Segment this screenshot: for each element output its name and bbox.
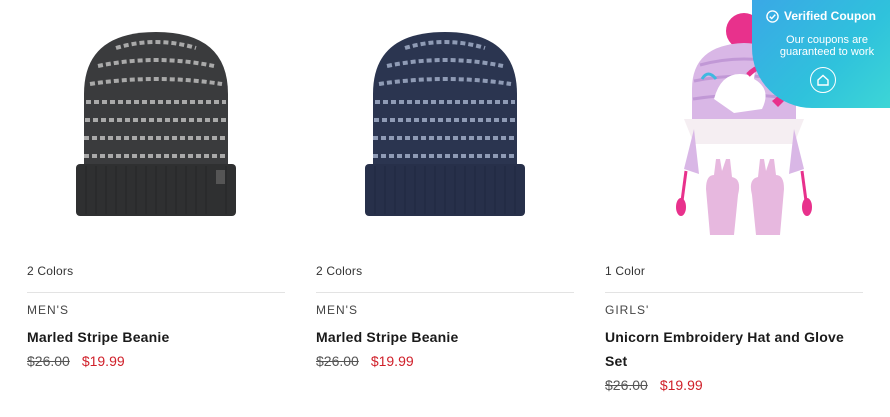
home-logo-icon[interactable]	[810, 67, 836, 93]
product-image[interactable]	[27, 0, 285, 248]
product-name[interactable]: Marled Stripe Beanie	[27, 325, 285, 349]
product-name[interactable]: Unicorn Embroidery Hat and Glove Set	[605, 325, 863, 373]
sale-price: $19.99	[659, 377, 703, 393]
product-name[interactable]: Marled Stripe Beanie	[316, 325, 574, 349]
sale-price: $19.99	[81, 353, 125, 369]
coupon-subtitle: Our coupons are guaranteed to work	[779, 34, 875, 58]
price-row: $26.00 $19.99	[27, 353, 125, 369]
product-image[interactable]	[316, 0, 574, 248]
check-circle-icon	[766, 9, 779, 23]
sale-price: $19.99	[370, 353, 414, 369]
navy-beanie-image	[365, 32, 525, 216]
color-count[interactable]: 2 Colors	[316, 264, 362, 278]
price-row: $26.00 $19.99	[605, 377, 703, 393]
product-category: MEN'S	[316, 303, 358, 317]
product-card[interactable]: 2 Colors MEN'S Marled Stripe Beanie $26.…	[316, 0, 574, 417]
coupon-header: Verified Coupon	[752, 9, 890, 23]
original-price: $26.00	[27, 353, 70, 369]
divider	[605, 292, 863, 293]
price-row: $26.00 $19.99	[316, 353, 414, 369]
verified-coupon-badge[interactable]: Verified Coupon Our coupons are guarante…	[752, 0, 890, 108]
divider	[316, 292, 574, 293]
divider	[27, 292, 285, 293]
coupon-title: Verified Coupon	[783, 9, 876, 23]
product-category: MEN'S	[27, 303, 69, 317]
product-card[interactable]: 2 Colors MEN'S Marled Stripe Beanie $26.…	[27, 0, 285, 417]
home-icon	[817, 74, 829, 86]
color-count[interactable]: 1 Color	[605, 264, 645, 278]
original-price: $26.00	[605, 377, 648, 393]
color-count[interactable]: 2 Colors	[27, 264, 73, 278]
charcoal-beanie-image	[76, 32, 236, 216]
original-price: $26.00	[316, 353, 359, 369]
product-category: GIRLS'	[605, 303, 650, 317]
